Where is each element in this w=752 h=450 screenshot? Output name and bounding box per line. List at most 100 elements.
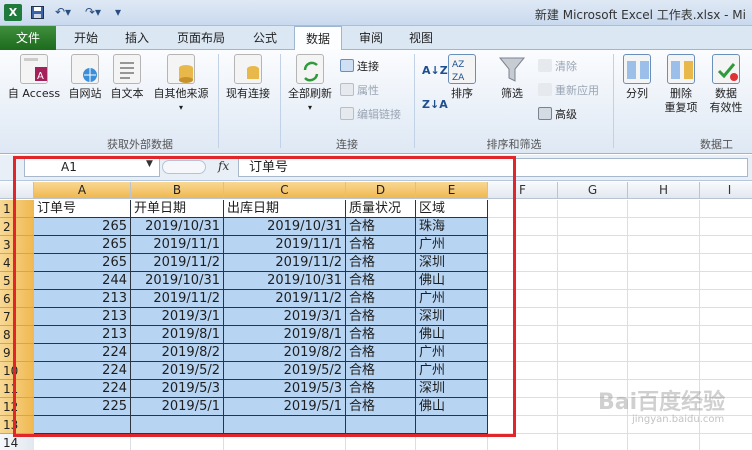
row-header-2[interactable]: 2: [0, 218, 34, 236]
data-cell[interactable]: 224: [34, 362, 131, 380]
data-cell[interactable]: 深圳: [416, 254, 488, 272]
data-cell[interactable]: 合格: [346, 326, 416, 344]
data-cell[interactable]: [488, 416, 558, 434]
data-cell[interactable]: 佛山: [416, 272, 488, 290]
header-cell[interactable]: 出库日期: [224, 200, 346, 218]
data-cell[interactable]: [628, 326, 700, 344]
data-cell[interactable]: [488, 398, 558, 416]
tab-view[interactable]: 视图: [398, 26, 444, 50]
data-cell[interactable]: 深圳: [416, 308, 488, 326]
row-header-1[interactable]: 1: [0, 200, 34, 218]
data-cell[interactable]: 合格: [346, 398, 416, 416]
properties-button[interactable]: 属性: [340, 82, 379, 100]
existing-connections-button[interactable]: 现有连接: [220, 54, 276, 101]
data-cell[interactable]: 2019/10/31: [224, 272, 346, 290]
insert-function-icon[interactable]: fx: [218, 159, 229, 173]
data-cell[interactable]: [628, 434, 700, 450]
data-cell[interactable]: 合格: [346, 362, 416, 380]
formula-bar-resize-handle[interactable]: [162, 160, 206, 174]
row-header-14[interactable]: 14: [0, 434, 34, 450]
data-cell[interactable]: 2019/11/1: [224, 236, 346, 254]
data-cell[interactable]: [628, 362, 700, 380]
sort-descending-icon[interactable]: Z↓A: [422, 96, 448, 114]
data-cell[interactable]: [628, 272, 700, 290]
from-web-button[interactable]: 自网站: [64, 54, 106, 101]
data-cell[interactable]: [488, 434, 558, 450]
data-cell[interactable]: 2019/5/3: [131, 380, 224, 398]
data-cell[interactable]: 2019/11/1: [131, 236, 224, 254]
data-cell[interactable]: 2019/11/2: [224, 290, 346, 308]
data-cell[interactable]: [700, 362, 752, 380]
data-cell[interactable]: 224: [34, 344, 131, 362]
row-header-10[interactable]: 10: [0, 362, 34, 380]
data-cell[interactable]: 265: [34, 254, 131, 272]
data-cell[interactable]: [628, 308, 700, 326]
data-cell[interactable]: [488, 380, 558, 398]
text-to-columns-button[interactable]: 分列: [618, 54, 656, 101]
data-cell[interactable]: [488, 272, 558, 290]
header-cell[interactable]: 质量状况: [346, 200, 416, 218]
data-cell[interactable]: 2019/3/1: [131, 308, 224, 326]
header-cell[interactable]: [558, 200, 628, 218]
data-cell[interactable]: [558, 434, 628, 450]
data-cell[interactable]: [346, 416, 416, 434]
data-cell[interactable]: 2019/10/31: [131, 272, 224, 290]
header-cell[interactable]: [628, 200, 700, 218]
data-cell[interactable]: [700, 272, 752, 290]
data-cell[interactable]: 2019/8/2: [131, 344, 224, 362]
data-cell[interactable]: [628, 344, 700, 362]
header-cell[interactable]: [700, 200, 752, 218]
from-text-button[interactable]: 自文本: [106, 54, 148, 101]
data-cell[interactable]: [558, 308, 628, 326]
data-cell[interactable]: 珠海: [416, 218, 488, 236]
tab-data[interactable]: 数据: [294, 26, 342, 51]
header-cell[interactable]: 区域: [416, 200, 488, 218]
data-cell[interactable]: 2019/5/1: [131, 398, 224, 416]
data-cell[interactable]: [224, 434, 346, 450]
data-cell[interactable]: [628, 290, 700, 308]
row-header-13[interactable]: 13: [0, 416, 34, 434]
data-cell[interactable]: [488, 362, 558, 380]
data-cell[interactable]: 佛山: [416, 398, 488, 416]
redo-icon[interactable]: ↷▾: [82, 4, 104, 21]
data-cell[interactable]: 佛山: [416, 326, 488, 344]
select-all-corner[interactable]: [0, 182, 34, 199]
clear-filter-button[interactable]: 清除: [538, 58, 577, 76]
data-cell[interactable]: [700, 344, 752, 362]
data-cell[interactable]: [416, 416, 488, 434]
data-cell[interactable]: 265: [34, 236, 131, 254]
data-cell[interactable]: 2019/5/2: [131, 362, 224, 380]
row-header-6[interactable]: 6: [0, 290, 34, 308]
data-cell[interactable]: 广州: [416, 290, 488, 308]
data-cell[interactable]: [558, 218, 628, 236]
data-cell[interactable]: [488, 254, 558, 272]
data-cell[interactable]: [700, 236, 752, 254]
data-cell[interactable]: 2019/8/1: [224, 326, 346, 344]
data-cell[interactable]: 合格: [346, 254, 416, 272]
data-cell[interactable]: 224: [34, 380, 131, 398]
data-cell[interactable]: 213: [34, 326, 131, 344]
data-cell[interactable]: 合格: [346, 236, 416, 254]
data-cell[interactable]: 2019/10/31: [224, 218, 346, 236]
data-cell[interactable]: 合格: [346, 272, 416, 290]
column-header-f[interactable]: F: [488, 182, 558, 199]
tab-home[interactable]: 开始: [62, 26, 110, 50]
data-cell[interactable]: 2019/11/2: [224, 254, 346, 272]
column-header-g[interactable]: G: [558, 182, 628, 199]
refresh-all-button[interactable]: 全部刷新 ▾: [284, 54, 336, 115]
data-cell[interactable]: [700, 254, 752, 272]
data-cell[interactable]: [700, 326, 752, 344]
data-cell[interactable]: 合格: [346, 218, 416, 236]
data-cell[interactable]: 2019/5/1: [224, 398, 346, 416]
data-cell[interactable]: [488, 236, 558, 254]
data-validation-button[interactable]: 数据 有效性: [704, 54, 748, 115]
data-cell[interactable]: 244: [34, 272, 131, 290]
row-header-4[interactable]: 4: [0, 254, 34, 272]
column-header-b[interactable]: B: [131, 182, 224, 199]
data-cell[interactable]: [34, 416, 131, 434]
column-header-i[interactable]: I: [700, 182, 752, 199]
data-cell[interactable]: [700, 308, 752, 326]
data-cell[interactable]: 广州: [416, 344, 488, 362]
column-header-c[interactable]: C: [224, 182, 346, 199]
sort-button[interactable]: AZ ZA 排序: [446, 54, 478, 101]
